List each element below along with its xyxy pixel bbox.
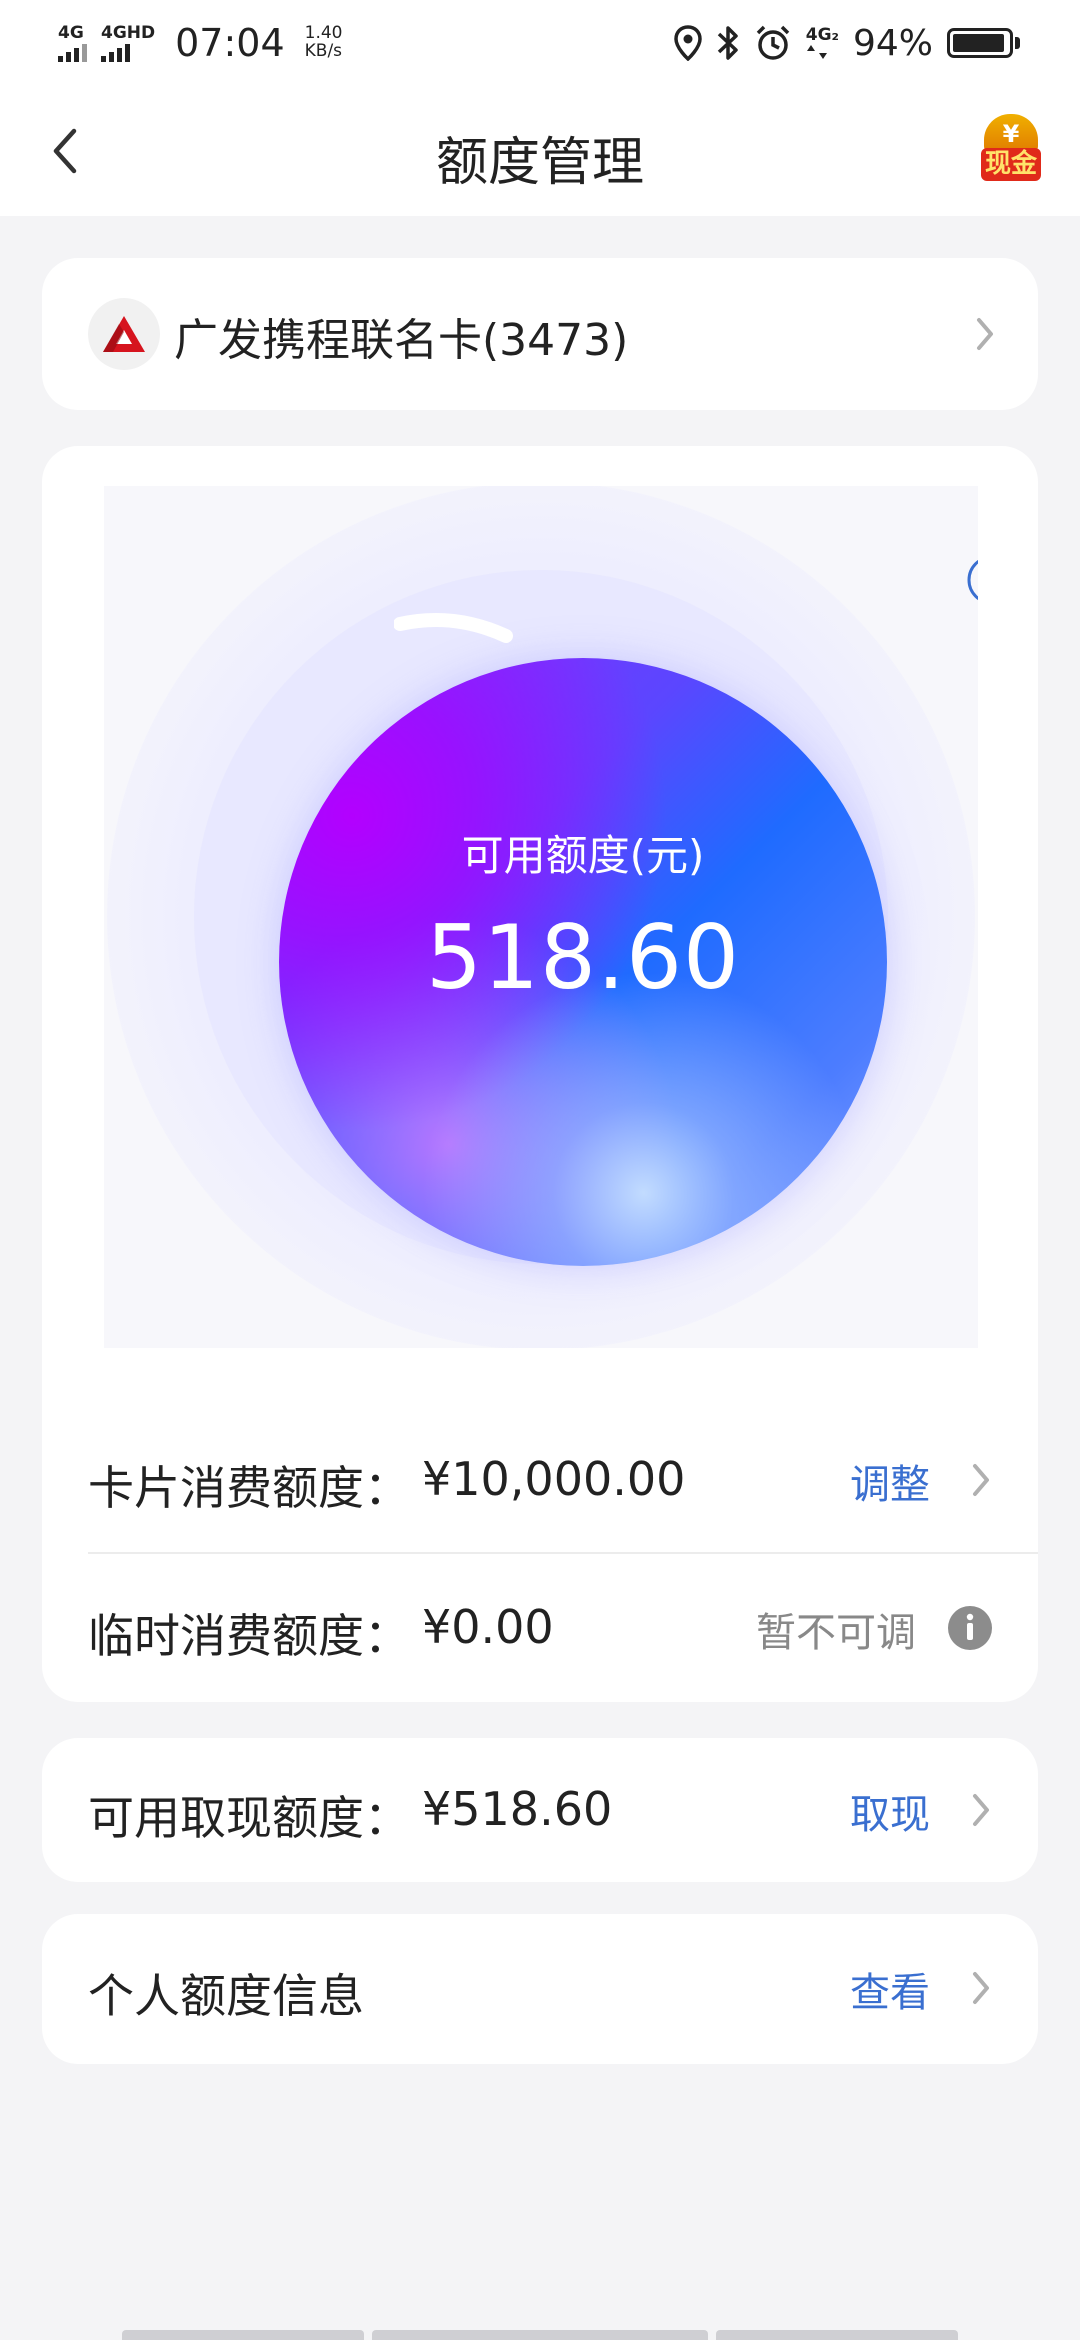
help-icon[interactable]: ? <box>966 554 978 606</box>
adjust-link[interactable]: 调整 <box>850 1452 930 1510</box>
cash-limit-card[interactable]: 可用取现额度： ¥518.60 取现 <box>42 1738 1038 1882</box>
card-spend-limit-row[interactable]: 卡片消费额度： ¥10,000.00 调整 <box>42 1406 1038 1552</box>
location-icon <box>673 25 702 61</box>
sim2-data: 4G₂ <box>805 24 839 60</box>
personal-limit-card[interactable]: 个人额度信息 查看 <box>42 1914 1038 2064</box>
status-left: 4G 4GHD 07:04 1.40 KB/s <box>58 21 343 65</box>
nav-bar: 额度管理 ¥ 现金 <box>0 86 1080 216</box>
sim2-network: 4GHD <box>101 22 156 43</box>
network-speed: 1.40 KB/s <box>304 24 343 61</box>
battery-fill <box>953 34 1004 52</box>
temporary-limit-label: 临时消费额度： <box>88 1609 410 1663</box>
card-selector[interactable]: 广发携程联名卡(3473) <box>42 258 1038 410</box>
withdraw-link[interactable]: 取现 <box>850 1782 930 1840</box>
bank-logo-icon <box>88 298 160 370</box>
view-link[interactable]: 查看 <box>850 1960 930 2018</box>
orb-highlight-arc <box>394 613 513 643</box>
info-icon[interactable] <box>946 1604 994 1652</box>
sim1-network: 4G <box>58 22 84 43</box>
personal-limit-label: 个人额度信息 <box>88 1969 364 2023</box>
cash-limit-row[interactable]: 可用取现额度： ¥518.60 取现 <box>42 1738 1038 1882</box>
available-credit-visual: 可用额度(元) 518.60 ? <box>104 486 978 1348</box>
status-right: 4G₂ 94% <box>673 22 1020 64</box>
gesture-bar-right <box>716 2330 958 2340</box>
signal-bars-icon <box>58 43 87 62</box>
gesture-bar-center <box>372 2330 708 2340</box>
chevron-right-icon <box>973 1794 989 1826</box>
cash-badge-label: 现金 <box>980 148 1041 181</box>
signal-bars-icon <box>101 43 130 62</box>
status-bar: 4G 4GHD 07:04 1.40 KB/s 4G₂ 94% <box>0 0 1080 86</box>
clock: 07:04 <box>175 21 285 65</box>
personal-limit-row[interactable]: 个人额度信息 查看 <box>42 1914 1038 2064</box>
available-credit-label: 可用额度(元) <box>461 831 705 880</box>
battery-percent: 94% <box>852 22 933 64</box>
temporary-limit-value: ¥0.00 <box>422 1600 554 1654</box>
page-title: 额度管理 <box>435 133 644 193</box>
sim2-signal: 4GHD <box>101 22 156 62</box>
sim1-signal: 4G <box>58 22 87 62</box>
card-name: 广发携程联名卡(3473) <box>174 315 629 366</box>
credit-limit-card: 可用额度(元) 518.60 ? 卡片消费额度： ¥10,000.00 调整 临… <box>42 446 1038 1702</box>
spend-limit-label: 卡片消费额度： <box>88 1461 410 1515</box>
cash-limit-value: ¥518.60 <box>422 1782 613 1836</box>
chevron-right-icon <box>973 1972 989 2004</box>
chevron-right-icon <box>977 318 993 350</box>
available-credit-value: 518.60 <box>426 906 740 1009</box>
chevron-right-icon <box>973 1464 989 1496</box>
temporary-limit-status: 暂不可调 <box>756 1610 916 1656</box>
cash-badge-button[interactable]: ¥ 现金 <box>978 114 1044 190</box>
data-arrows-icon <box>806 44 827 59</box>
alarm-icon <box>756 25 789 60</box>
bluetooth-icon <box>717 26 738 60</box>
speed-unit: KB/s <box>304 41 343 61</box>
battery-icon <box>947 28 1020 58</box>
cash-limit-label: 可用取现额度： <box>88 1791 410 1845</box>
spend-limit-value: ¥10,000.00 <box>422 1452 686 1506</box>
sim2-data-label: 4G₂ <box>805 24 839 45</box>
temporary-limit-row: 临时消费额度： ¥0.00 暂不可调 <box>42 1554 1038 1700</box>
gesture-bar-left <box>122 2330 364 2340</box>
